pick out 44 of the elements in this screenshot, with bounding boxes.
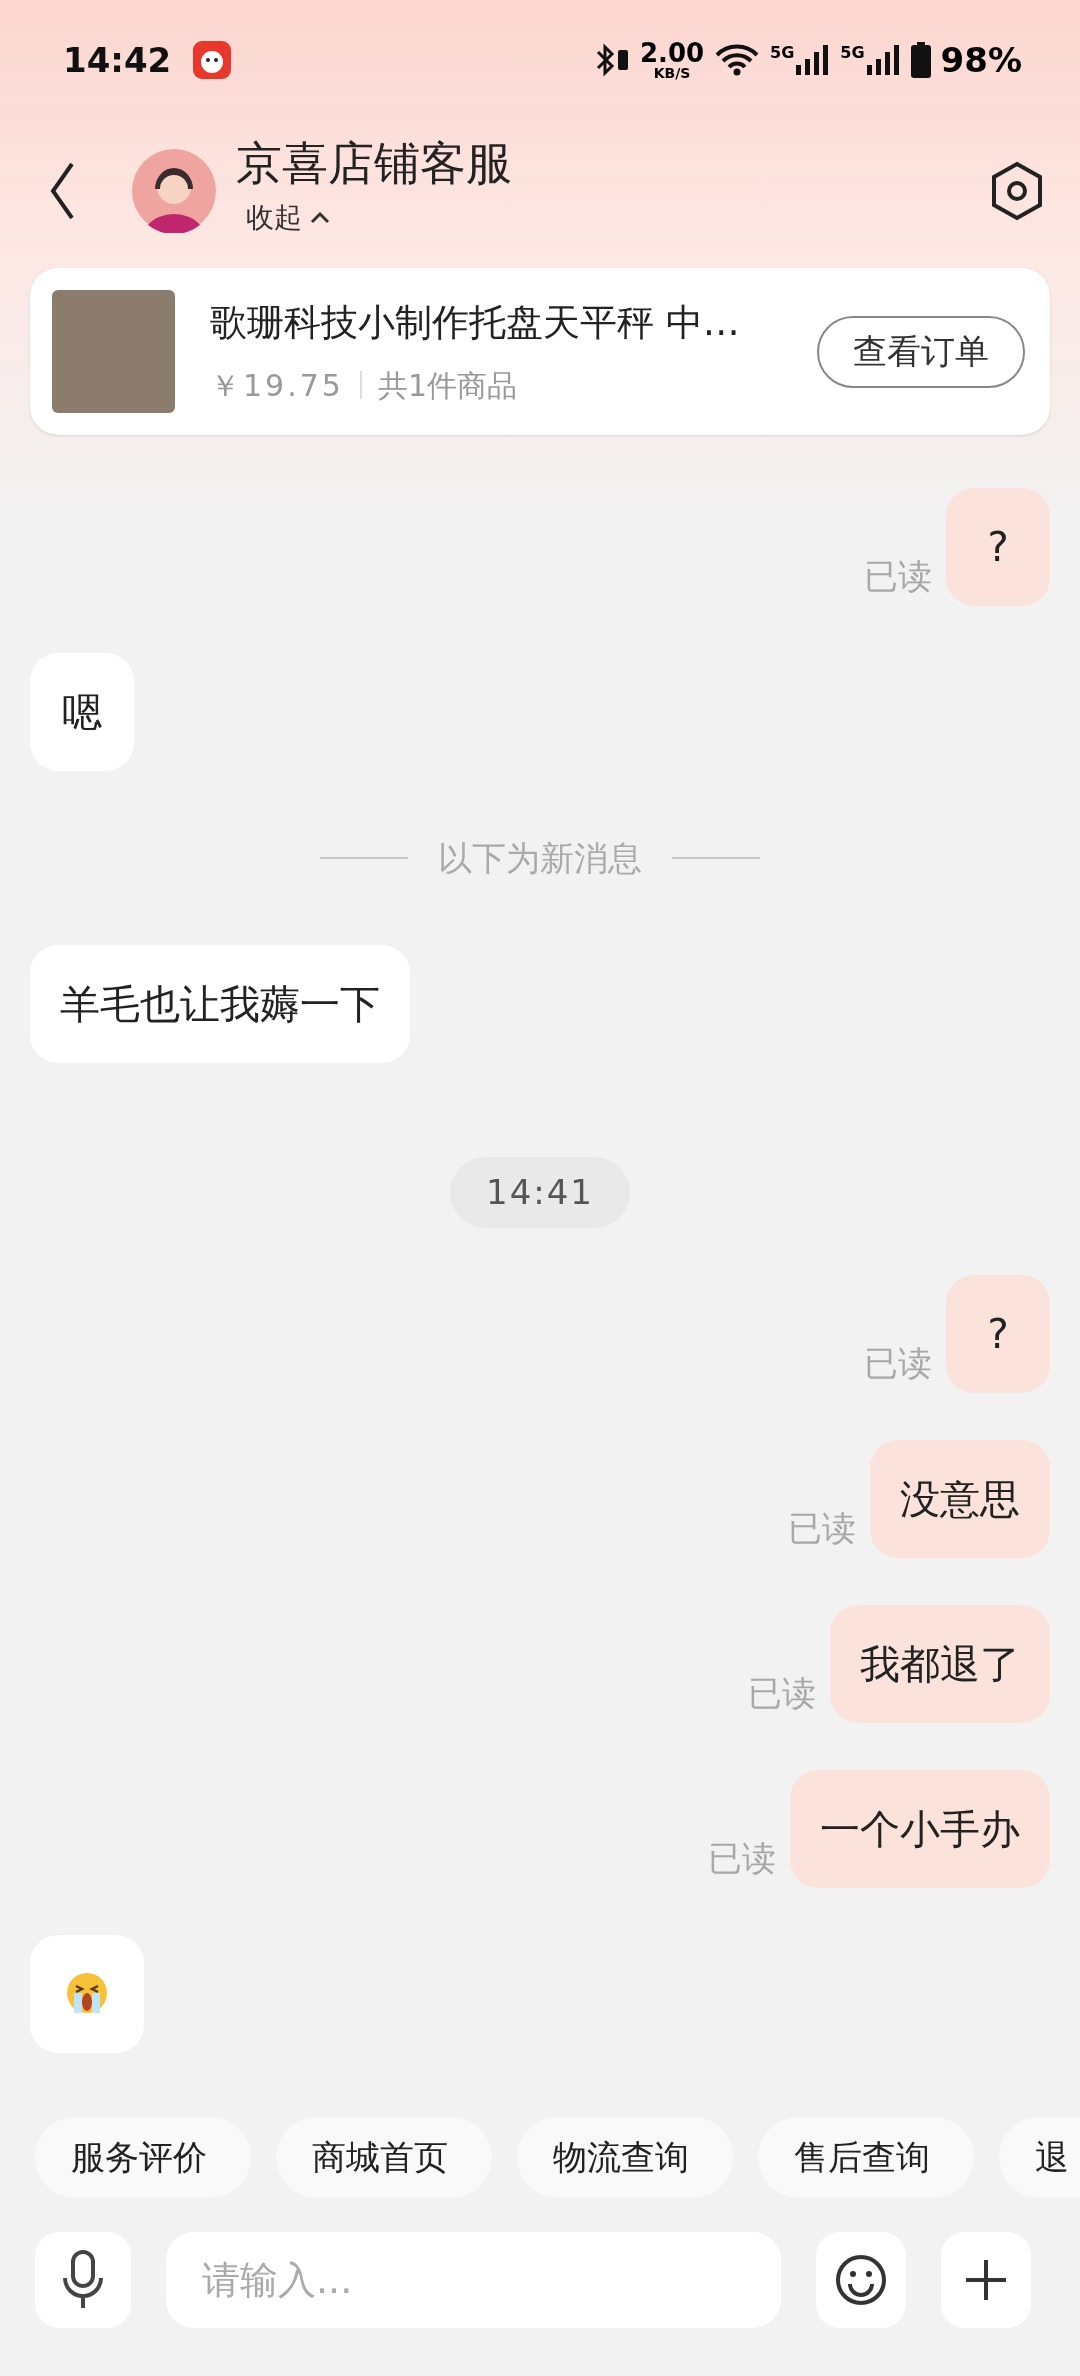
network-speed-unit: KB/S — [653, 66, 691, 80]
network-type: 5G — [770, 45, 795, 61]
read-status: 已读 — [748, 1672, 816, 1715]
back-icon[interactable] — [50, 162, 74, 220]
message-input-field[interactable]: 请输入... — [166, 2232, 781, 2328]
read-status: 已读 — [864, 555, 932, 598]
wifi-icon — [714, 43, 761, 77]
network-type: 5G — [840, 45, 865, 61]
timestamp: 14:41 — [450, 1157, 630, 1228]
received-message-bubble: 嗯 — [30, 653, 134, 771]
sent-message-bubble: 我都退了 — [830, 1605, 1050, 1723]
signal-icon — [794, 45, 831, 75]
collapse-toggle[interactable]: 收起 — [246, 196, 512, 239]
status-time: 14:42 — [63, 38, 172, 82]
chat-title: 京喜店铺客服 — [236, 135, 512, 193]
quick-reply-chip[interactable]: 物流查询 — [517, 2117, 733, 2198]
battery-percentage: 98% — [940, 38, 1022, 82]
quick-reply-chip[interactable]: 商城首页 — [276, 2117, 492, 2198]
plus-button[interactable] — [941, 2232, 1031, 2328]
new-messages-divider-label: 以下为新消息 — [438, 836, 642, 880]
received-message-bubble: 羊毛也让我薅一下 — [30, 945, 410, 1063]
settings-icon[interactable] — [989, 161, 1045, 221]
sent-message-bubble: 一个小手办 — [790, 1770, 1050, 1888]
chevron-up-icon — [310, 211, 330, 224]
sent-message-bubble: ? — [946, 488, 1050, 606]
view-order-button[interactable]: 查看订单 — [817, 315, 1025, 388]
read-status: 已读 — [864, 1342, 932, 1385]
item-count: 共1件商品 — [377, 366, 517, 405]
signal-icon — [864, 45, 901, 75]
read-status: 已读 — [708, 1837, 776, 1880]
battery-icon — [910, 42, 931, 78]
sent-message-bubble: ? — [946, 1275, 1050, 1393]
product-title: 歌珊科技小制作托盘天平秤 中… — [210, 300, 740, 347]
emoji-button[interactable] — [816, 2232, 906, 2328]
quick-reply-chip[interactable]: 售后查询 — [758, 2117, 974, 2198]
product-price: ￥19.75 — [210, 366, 344, 405]
sent-message-bubble: 没意思 — [870, 1440, 1050, 1558]
quick-reply-chip[interactable]: 服务评价 — [35, 2117, 251, 2198]
microphone-icon — [61, 2250, 105, 2310]
network-speed: 2.00 — [639, 40, 705, 66]
quick-reply-chip[interactable]: 退 — [999, 2117, 1080, 2198]
read-status: 已读 — [788, 1507, 856, 1550]
smiley-icon — [835, 2254, 887, 2306]
voice-input-button[interactable] — [35, 2232, 131, 2328]
